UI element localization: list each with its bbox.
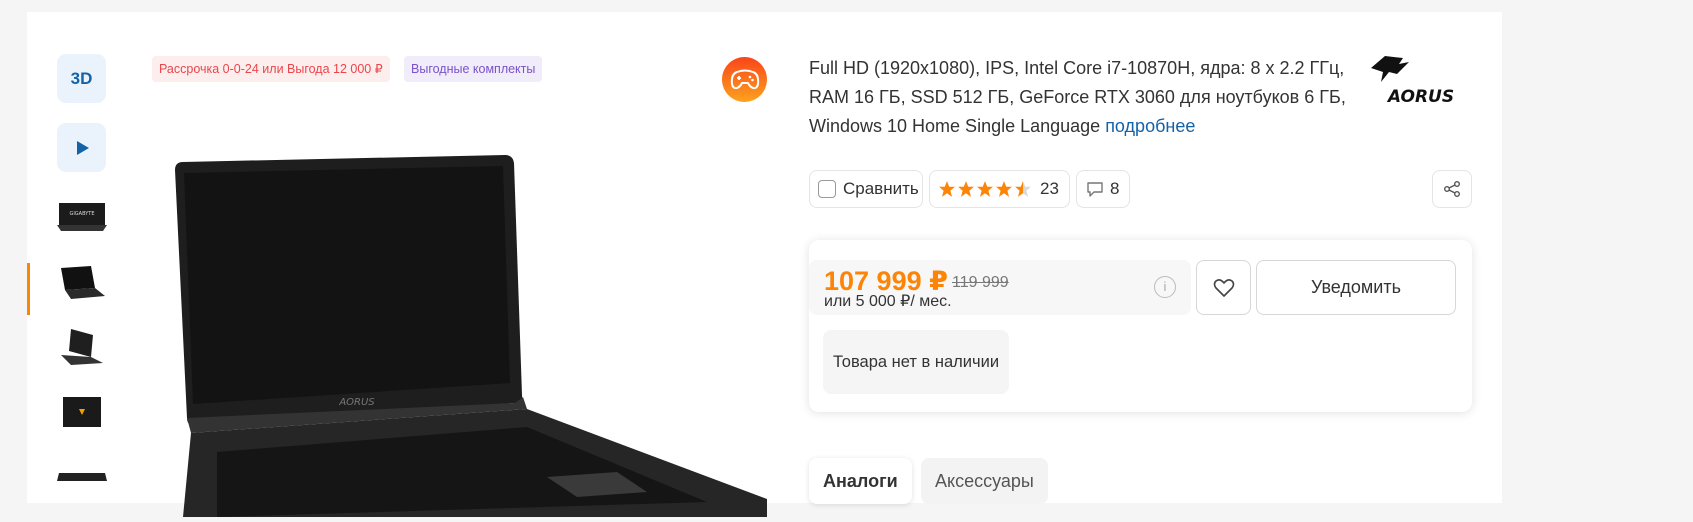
star-full-icon bbox=[958, 181, 974, 197]
view-3d-button[interactable]: 3D bbox=[57, 54, 106, 103]
laptop-screen-logo: AORUS bbox=[338, 397, 375, 408]
compare-label: Сравнить bbox=[843, 179, 919, 198]
installment-badge[interactable]: Рассрочка 0-0-24 или Выгода 12 000 ₽ bbox=[152, 56, 390, 82]
active-thumbnail-indicator bbox=[27, 263, 30, 315]
share-icon bbox=[1444, 181, 1460, 197]
stock-status: Товара нет в наличии bbox=[823, 330, 1010, 394]
brand-logo[interactable]: AORUS bbox=[1363, 50, 1463, 110]
rating-button[interactable]: 23 bbox=[929, 170, 1070, 208]
star-full-icon bbox=[996, 181, 1012, 197]
thumbnail-image bbox=[57, 472, 107, 481]
main-product-image[interactable]: AORUS bbox=[147, 147, 777, 517]
share-button[interactable] bbox=[1432, 170, 1472, 208]
price-box: 107 999 ₽ 119 999 или 5 000 ₽/ мес. i bbox=[809, 260, 1191, 315]
star-half-icon bbox=[1015, 181, 1031, 197]
comment-icon bbox=[1087, 181, 1103, 197]
wishlist-button[interactable] bbox=[1196, 260, 1251, 315]
thumbnail-brand-text: GIGABYTE bbox=[69, 211, 94, 217]
play-video-button[interactable] bbox=[57, 123, 106, 172]
thumbnail-laptop-top[interactable] bbox=[57, 390, 107, 435]
tab-analogs[interactable]: Аналоги bbox=[809, 458, 912, 504]
compare-checkbox[interactable] bbox=[818, 180, 836, 198]
play-icon bbox=[76, 140, 89, 155]
specs-text: Full HD (1920x1080), IPS, Intel Core i7-… bbox=[809, 58, 1346, 136]
thumbnail-image: GIGABYTE bbox=[57, 202, 107, 231]
comments-button[interactable]: 8 bbox=[1076, 170, 1130, 208]
thumbnail-laptop-closed[interactable] bbox=[57, 456, 107, 501]
rating-stars bbox=[938, 180, 1032, 198]
kits-badge[interactable]: Выгодные комплекты bbox=[404, 56, 543, 82]
rating-count: 23 bbox=[1040, 179, 1059, 198]
laptop-image: AORUS bbox=[175, 155, 767, 517]
old-price: 119 999 bbox=[952, 274, 1009, 291]
more-specs-link[interactable]: подробнее bbox=[1105, 116, 1195, 136]
buy-block: 107 999 ₽ 119 999 или 5 000 ₽/ мес. i Ув… bbox=[809, 240, 1472, 412]
info-icon[interactable]: i bbox=[1154, 276, 1176, 298]
notify-button[interactable]: Уведомить bbox=[1256, 260, 1456, 315]
gamepad-icon bbox=[730, 69, 759, 89]
brand-logo-text: AORUS bbox=[1386, 87, 1454, 107]
star-full-icon bbox=[977, 181, 993, 197]
thumbnail-laptop-open-side[interactable] bbox=[57, 259, 107, 304]
gaming-category-icon[interactable] bbox=[722, 57, 767, 102]
compare-button[interactable]: Сравнить bbox=[809, 170, 923, 208]
thumbnail-image bbox=[63, 396, 101, 427]
thumbnail-image bbox=[61, 328, 103, 365]
comments-count: 8 bbox=[1110, 179, 1120, 198]
thumbnail-laptop-front-closed[interactable]: GIGABYTE bbox=[57, 192, 107, 237]
heart-icon bbox=[1213, 278, 1234, 297]
tab-accessories[interactable]: Аксессуары bbox=[921, 458, 1048, 504]
star-full-icon bbox=[939, 181, 955, 197]
thumbnail-image bbox=[61, 265, 105, 299]
credit-price[interactable]: или 5 000 ₽/ мес. bbox=[824, 291, 952, 311]
aorus-logo-icon: AORUS bbox=[1371, 56, 1454, 107]
product-short-specs: Full HD (1920x1080), IPS, Intel Core i7-… bbox=[809, 54, 1369, 141]
product-card: 3D GIGABYTE Рассрочка 0-0-24 или Выгода … bbox=[27, 12, 1502, 517]
gallery-thumbnails: 3D GIGABYTE bbox=[27, 12, 137, 503]
thumbnail-laptop-open-back[interactable] bbox=[57, 324, 107, 369]
